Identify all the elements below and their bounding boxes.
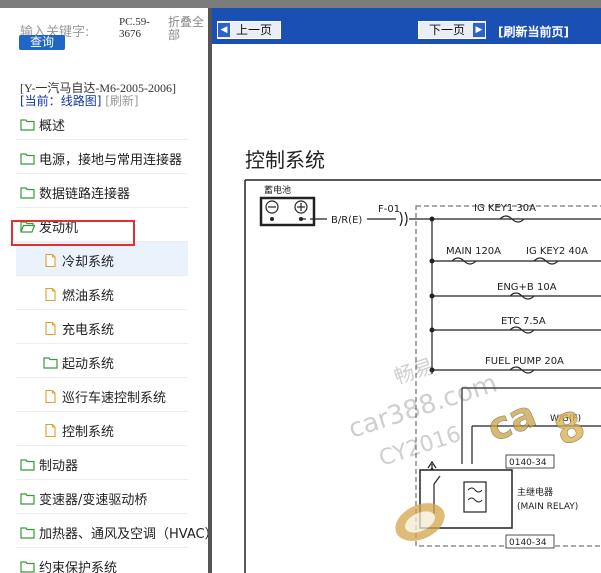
page-icon [43, 422, 58, 438]
next-page-button[interactable]: 下一页 ▶ [418, 21, 486, 39]
refresh-page-link[interactable]: [刷新当前页] [498, 23, 569, 40]
wire-label: B/R(E) [331, 215, 362, 226]
tree-item-label: 燃油系统 [62, 289, 115, 304]
tree-item-label: 充电系统 [62, 323, 115, 338]
connector-symbol [399, 211, 408, 227]
tree-item-label: 制动器 [39, 459, 79, 474]
fuse-ig-key2-label: IG KEY2 40A [526, 246, 588, 257]
tree-item[interactable]: 数据链路连接器 [16, 174, 188, 208]
search-area: 输入关键字: 查询 PC.59-3676 折叠全部 [0, 8, 208, 68]
folder-icon [20, 184, 35, 199]
arrow-left-icon: ◀ [218, 23, 230, 37]
page-icon [43, 388, 58, 404]
tree-item[interactable]: 变速器/变速驱动桥 [16, 480, 188, 514]
fuse-ig-key1-label: IG KEY1 30A [474, 203, 536, 214]
query-button[interactable]: 查询 [19, 35, 65, 50]
nav-tree: 概述 电源，接地与常用连接器 数据链路连接器 发动机 冷却系统 燃油系统 充电系统 起动系统巡… [0, 106, 208, 573]
fuse-etc-label: ETC 7.5A [501, 316, 546, 327]
fuse-eng-b-label: ENG+B 10A [497, 282, 557, 293]
folder-icon [20, 150, 35, 165]
battery-icon [259, 196, 316, 227]
highlight-box [11, 220, 135, 246]
tree-item-label: 变速器/变速驱动桥 [39, 493, 148, 508]
model-code: PC.59-3676 [119, 16, 150, 40]
tree-item-label: 数据链路连接器 [39, 187, 131, 202]
tree-item[interactable]: 概述 [16, 106, 188, 140]
connector-label: F-01 [378, 204, 400, 215]
tree-item[interactable]: 起动系统 [16, 344, 188, 378]
tree-item[interactable]: 巡行车速控制系统 [16, 378, 188, 412]
watermark: 畅易 car388.com CY2016 [345, 354, 501, 472]
connector-bottom-label: 0140-34 [509, 538, 547, 548]
tree-item[interactable]: 约束保护系统 [16, 548, 188, 573]
fuse-main-label: MAIN 120A [446, 246, 501, 257]
tree-item[interactable]: 充电系统 [16, 310, 188, 344]
tree-item-label: 起动系统 [62, 357, 115, 372]
tree-item-label: 巡行车速控制系统 [62, 391, 167, 406]
watermark-line-1: 畅易 [391, 354, 436, 389]
diagram-title: 控制系统 [245, 148, 325, 172]
arrow-right-icon: ▶ [473, 23, 485, 37]
next-page-label: 下一页 [428, 23, 465, 37]
folder-icon [20, 116, 35, 131]
window-top-strip [0, 0, 601, 8]
page-icon [43, 252, 58, 268]
folder-icon [20, 490, 35, 505]
tree-item-label: 加热器、通风及空调（HVAC） [39, 527, 208, 542]
relay-cn-label: 主继电器 [517, 486, 553, 498]
tree-item-label: 控制系统 [62, 425, 115, 440]
battery-label: 蓄电池 [264, 184, 291, 196]
prev-page-button[interactable]: ◀ 上一页 [217, 21, 281, 39]
relay-en-label: (MAIN RELAY) [517, 502, 578, 512]
folder-icon [20, 456, 35, 471]
folder-icon [20, 524, 35, 539]
tree-item-label: 电源，接地与常用连接器 [39, 153, 183, 168]
svg-text:8: 8 [549, 402, 592, 455]
tree-item[interactable]: 加热器、通风及空调（HVAC） [16, 514, 208, 548]
tree-item[interactable]: 冷却系统 [16, 242, 188, 276]
page-icon [43, 286, 58, 302]
tree-item[interactable]: 制动器 [16, 446, 188, 480]
connector-top-label: 0140-34 [509, 458, 547, 468]
tree-item[interactable]: 电源，接地与常用连接器 [16, 140, 188, 174]
tree-item[interactable]: 燃油系统 [16, 276, 188, 310]
tree-item-label: 概述 [39, 119, 66, 134]
tree-item[interactable]: 控制系统 [16, 412, 188, 446]
tree-item-label: 冷却系统 [62, 255, 115, 270]
sidebar: 输入关键字: 查询 PC.59-3676 折叠全部 [Y-一汽马自达-M6-20… [0, 8, 208, 573]
page-icon [43, 320, 58, 336]
content-pane: ◀ 上一页 下一页 ▶ [刷新当前页] 控制系统 蓄电池 B/R(E) F-01… [212, 8, 601, 573]
folder-icon [20, 558, 35, 573]
fuse-fuel-pump-label: FUEL PUMP 20A [485, 356, 564, 367]
page-toolbar: ◀ 上一页 下一页 ▶ [刷新当前页] [212, 8, 601, 44]
prev-page-label: 上一页 [235, 23, 272, 37]
folder-icon [43, 354, 58, 369]
tree-item-label: 约束保护系统 [39, 561, 118, 573]
wiring-diagram: 控制系统 蓄电池 B/R(E) F-01 IG KEY1 30A MAIN 12… [244, 148, 601, 573]
fold-all-link[interactable]: 折叠全部 [168, 16, 204, 42]
